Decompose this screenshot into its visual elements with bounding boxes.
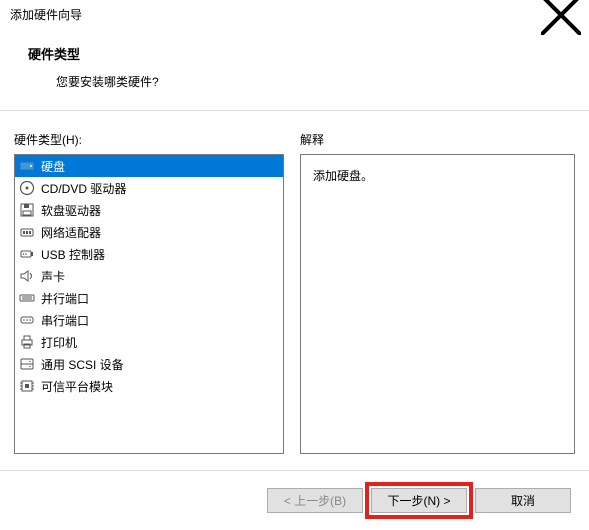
window-title: 添加硬件向导	[10, 6, 541, 23]
list-item[interactable]: 可信平台模块	[15, 375, 283, 397]
hdd-icon	[19, 158, 35, 174]
usb-icon	[19, 246, 35, 262]
list-item-label: 可信平台模块	[41, 378, 113, 395]
list-item[interactable]: CD/DVD 驱动器	[15, 177, 283, 199]
back-button[interactable]: < 上一步(B)	[267, 488, 363, 513]
list-item[interactable]: 通用 SCSI 设备	[15, 353, 283, 375]
header-subtitle: 您要安装哪类硬件?	[28, 73, 579, 90]
network-icon	[19, 224, 35, 240]
parallel-icon	[19, 290, 35, 306]
list-item-label: 网络适配器	[41, 224, 101, 241]
list-item[interactable]: 网络适配器	[15, 221, 283, 243]
close-icon	[541, 0, 581, 35]
header-title: 硬件类型	[28, 44, 579, 63]
list-item-label: CD/DVD 驱动器	[41, 180, 126, 197]
tpm-icon	[19, 378, 35, 394]
cancel-button[interactable]: 取消	[475, 488, 571, 513]
sound-icon	[19, 268, 35, 284]
list-item[interactable]: 硬盘	[15, 155, 283, 177]
explanation-label: 解释	[300, 131, 575, 148]
footer: < 上一步(B) 下一步(N) > 取消	[0, 470, 589, 530]
list-item-label: USB 控制器	[41, 246, 105, 263]
list-item[interactable]: 串行端口	[15, 309, 283, 331]
next-button[interactable]: 下一步(N) >	[371, 488, 467, 513]
list-item[interactable]: USB 控制器	[15, 243, 283, 265]
cd-icon	[19, 180, 35, 196]
list-item-label: 串行端口	[41, 312, 89, 329]
list-item[interactable]: 并行端口	[15, 287, 283, 309]
list-item-label: 打印机	[41, 334, 77, 351]
list-item[interactable]: 打印机	[15, 331, 283, 353]
list-item-label: 声卡	[41, 268, 65, 285]
hardware-types-label: 硬件类型(H):	[14, 131, 284, 148]
list-item-label: 通用 SCSI 设备	[41, 356, 124, 373]
list-item[interactable]: 软盘驱动器	[15, 199, 283, 221]
explanation-box: 添加硬盘。	[300, 154, 575, 454]
close-button[interactable]	[541, 1, 581, 29]
list-item-label: 并行端口	[41, 290, 89, 307]
titlebar: 添加硬件向导	[0, 0, 589, 30]
content-area: 硬件类型(H): 硬盘 CD/DVD 驱动器软盘驱动器网络适配器 USB 控制器声卡…	[0, 111, 589, 464]
printer-icon	[19, 334, 35, 350]
list-item-label: 硬盘	[41, 158, 65, 175]
scsi-icon	[19, 356, 35, 372]
hardware-types-column: 硬件类型(H): 硬盘 CD/DVD 驱动器软盘驱动器网络适配器 USB 控制器声卡…	[14, 131, 284, 454]
floppy-icon	[19, 202, 35, 218]
list-item[interactable]: 声卡	[15, 265, 283, 287]
explanation-text: 添加硬盘。	[313, 169, 373, 183]
explanation-column: 解释 添加硬盘。	[300, 131, 575, 454]
serial-icon	[19, 312, 35, 328]
list-item-label: 软盘驱动器	[41, 202, 101, 219]
hardware-types-listbox[interactable]: 硬盘 CD/DVD 驱动器软盘驱动器网络适配器 USB 控制器声卡并行端口串行端口打…	[14, 154, 284, 454]
wizard-header: 硬件类型 您要安装哪类硬件?	[0, 30, 589, 111]
